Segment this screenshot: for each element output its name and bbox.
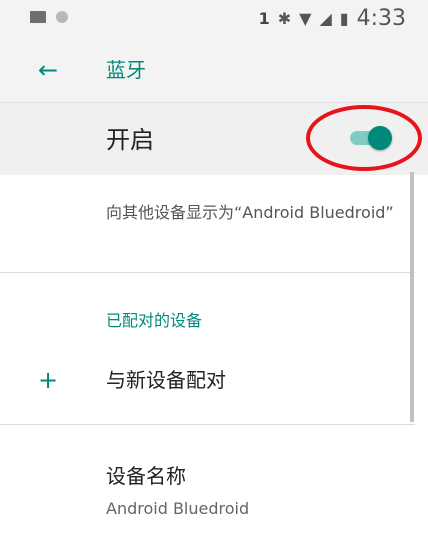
sim-indicator: 1 — [258, 9, 270, 28]
master-switch-label: 开启 — [106, 126, 154, 154]
highlight-annotation — [306, 105, 422, 171]
pair-new-device-row[interactable]: + 与新设备配对 — [0, 360, 415, 408]
divider — [0, 272, 415, 273]
circle-icon — [56, 11, 68, 23]
device-name-value: Android Bluedroid — [106, 499, 250, 518]
status-time: 4:33 — [356, 6, 406, 31]
divider — [0, 424, 415, 425]
wifi-icon: ▼ — [299, 9, 312, 28]
plus-icon: + — [38, 366, 59, 394]
toolbar: ← 蓝牙 — [0, 40, 428, 103]
signal-icon: ◢ — [319, 9, 332, 28]
battery-icon: ▮ — [339, 9, 349, 28]
visibility-summary: 向其他设备显示为“Android Bluedroid” — [106, 203, 394, 222]
image-icon — [30, 11, 46, 23]
back-arrow-icon[interactable]: ← — [38, 56, 58, 84]
page-title: 蓝牙 — [106, 58, 146, 82]
scrollbar[interactable] — [410, 172, 414, 422]
pair-new-device-label: 与新设备配对 — [106, 368, 226, 392]
device-name-title: 设备名称 — [106, 464, 186, 488]
paired-devices-header: 已配对的设备 — [106, 311, 203, 330]
status-bar-left — [30, 11, 68, 23]
status-bar-right: 1 ✱ ▼ ◢ ▮ 4:33 — [259, 6, 406, 31]
bluetooth-icon: ✱ — [277, 9, 292, 28]
status-bar: 1 ✱ ▼ ◢ ▮ 4:33 — [0, 0, 428, 40]
